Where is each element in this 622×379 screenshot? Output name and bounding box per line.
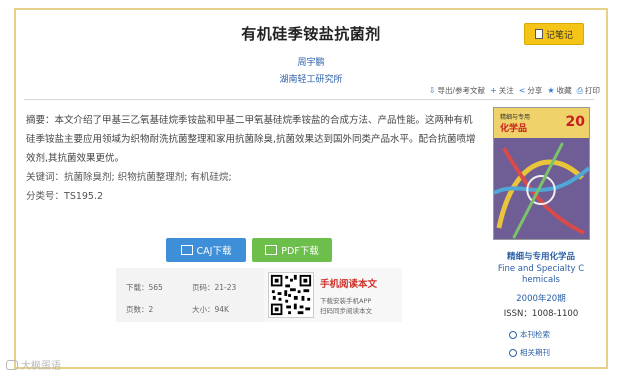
share-button[interactable]: < 分享 [519, 85, 543, 96]
pdf-icon [265, 245, 278, 255]
pdf-download-label: PDF下载 [281, 246, 319, 257]
watermark: 大枫蛋语 [6, 357, 61, 372]
star-icon: ★ [547, 86, 555, 95]
note-button[interactable]: 记笔记 [524, 23, 584, 45]
follow-label: 关注 [498, 86, 514, 95]
mobile-read-box: 手机阅读本文 下载安装手机APP 扫码同步阅读本文 [264, 268, 402, 322]
export-button[interactable]: ⇩ 导出/参考文献 [429, 85, 485, 96]
book-icon [180, 245, 193, 255]
related-journals-link[interactable]: 相关期刊 [509, 347, 550, 358]
divider [24, 99, 594, 100]
qr-code-icon[interactable] [268, 272, 314, 318]
note-button-label: 记笔记 [545, 30, 573, 41]
classification-value: TS195.2 [64, 191, 104, 202]
keywords-row: 关键词：抗菌除臭剂; 织物抗菌整理剂; 有机硅烷; [26, 169, 232, 183]
print-button[interactable]: ⎙ 打印 [577, 85, 600, 96]
action-toolbar: ⇩ 导出/参考文献 + 关注 < 分享 ★ 收藏 ⎙ 打印 [429, 85, 600, 96]
journal-issue[interactable]: 2000年20期 [488, 292, 594, 304]
classification-row: 分类号：TS195.2 [26, 188, 103, 202]
search-icon [509, 330, 517, 339]
mobile-read-title: 手机阅读本文 [320, 279, 378, 290]
abstract-text: 摘要：本文介绍了甲基三乙氧基硅烷季铵盐和甲基二甲氧基硅烷季铵盐的合成方法、产品性… [26, 115, 476, 164]
mobile-read-subtitle: 下载安装手机APP 扫码同步阅读本文 [320, 297, 372, 315]
size-stat: 大小：94K [192, 305, 229, 314]
organization-link[interactable]: 湖南轻工研究所 [16, 72, 606, 85]
downloads-stat: 下载：565 [126, 283, 163, 292]
page-title: 有机硅季铵盐抗菌剂 [241, 25, 381, 43]
follow-button[interactable]: + 关注 [490, 85, 514, 96]
favorite-label: 收藏 [556, 86, 572, 95]
cover-title: 化学品 [500, 124, 528, 134]
plus-icon: + [490, 86, 497, 95]
classification-label: 分类号： [26, 191, 65, 202]
journal-issn: ISSN：1008-1100 [503, 309, 579, 319]
export-label: 导出/参考文献 [437, 86, 486, 95]
keywords-value[interactable]: 抗菌除臭剂; 织物抗菌整理剂; 有机硅烷; [64, 172, 232, 183]
share-icon: < [518, 86, 526, 95]
journal-search-link[interactable]: 本刊检索 [509, 329, 550, 340]
favorite-button[interactable]: ★ 收藏 [547, 85, 571, 96]
export-icon: ⇩ [428, 86, 436, 95]
author-link[interactable]: 周宇鹏 [16, 55, 606, 68]
stats-box: 下载：565 页码：21-23 页数：2 大小：94K [116, 268, 264, 322]
keywords-label: 关键词： [26, 172, 65, 183]
journal-cover[interactable]: 精细与专用 化学品 20 [493, 107, 590, 240]
journal-name-link[interactable]: 精细与专用化学品 [488, 250, 594, 262]
cover-artwork [494, 138, 589, 239]
printer-icon: ⎙ [576, 85, 583, 95]
pdf-download-button[interactable]: PDF下载 [252, 238, 332, 262]
cover-issue-number: 20 [565, 114, 585, 130]
chat-bubble-icon [6, 359, 18, 370]
cover-subtitle: 精细与专用 [500, 114, 531, 121]
article-panel: 有机硅季铵盐抗菌剂 记笔记 周宇鹏 湖南轻工研究所 ⇩ 导出/参考文献 + 关注… [14, 8, 608, 369]
print-label: 打印 [585, 86, 600, 95]
pages-stat: 页码：21-23 [192, 283, 237, 292]
link-icon [509, 348, 517, 357]
caj-download-button[interactable]: CAJ下载 [166, 238, 246, 262]
note-icon [534, 29, 543, 39]
share-label: 分享 [527, 86, 543, 95]
journal-english-name: Fine and Specialty C hemicals [497, 264, 585, 285]
caj-download-label: CAJ下载 [196, 246, 232, 257]
page-count-stat: 页数：2 [126, 305, 154, 314]
